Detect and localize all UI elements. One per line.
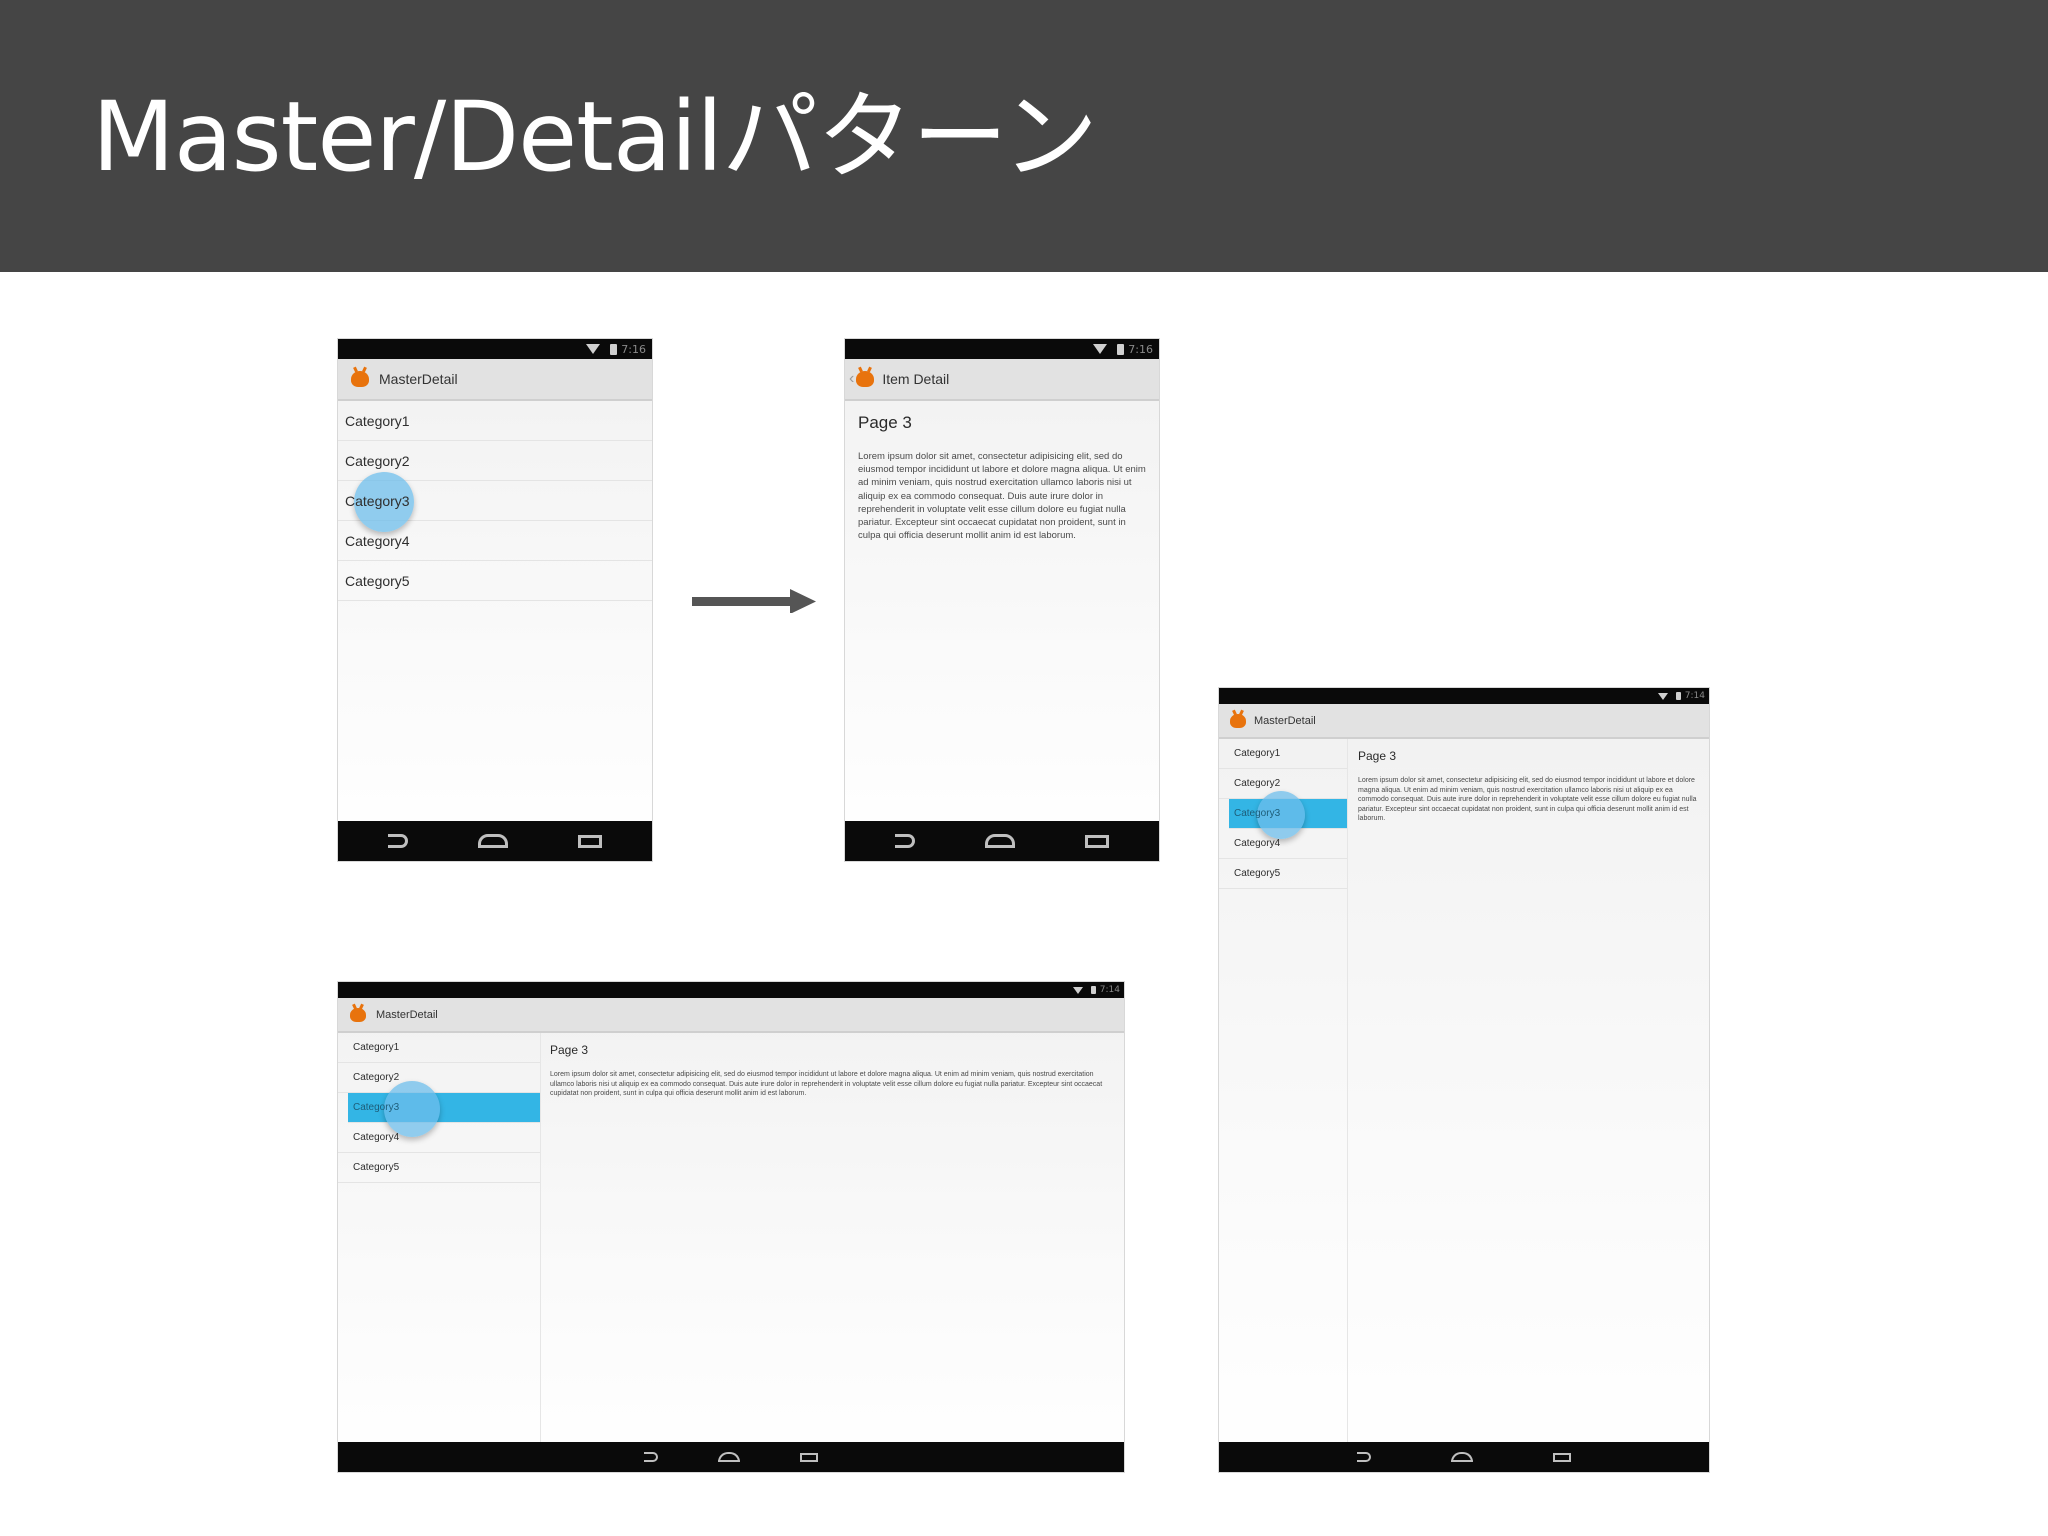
list-item[interactable]: Category2 bbox=[338, 1063, 540, 1093]
status-time: 7:16 bbox=[1128, 342, 1153, 356]
phone-detail-screen: 7:16 ‹ Item Detail Page 3 Lorem ipsum do… bbox=[845, 339, 1159, 861]
list-item-label: Category5 bbox=[1234, 868, 1281, 879]
nav-home-icon[interactable] bbox=[478, 834, 508, 848]
detail-body: Lorem ipsum dolor sit amet, consectetur … bbox=[1358, 777, 1697, 822]
battery-icon bbox=[1090, 986, 1096, 994]
action-bar: MasterDetail bbox=[338, 359, 652, 401]
list-item[interactable]: Category4 bbox=[338, 521, 652, 561]
android-icon bbox=[1230, 713, 1246, 728]
list-item-label: Category1 bbox=[1234, 748, 1281, 759]
list-item-label: Category2 bbox=[1234, 778, 1281, 789]
wifi-icon bbox=[1093, 344, 1108, 354]
list-item-label: Category4 bbox=[1234, 838, 1281, 849]
category-list: Category1 Category2 Category3 Category4 … bbox=[338, 1033, 540, 1183]
battery-icon bbox=[1117, 343, 1125, 355]
tablet-landscape-screen: 7:14 MasterDetail Category1 Category2 Ca… bbox=[338, 982, 1124, 1472]
list-item-label: Category2 bbox=[353, 1072, 400, 1083]
list-item-label: Category3 bbox=[353, 1102, 400, 1113]
list-item[interactable]: Category5 bbox=[338, 1153, 540, 1183]
wifi-icon bbox=[1657, 692, 1668, 700]
slide-title: Master/Detailパターン bbox=[92, 81, 1098, 193]
battery-icon bbox=[1675, 692, 1681, 700]
list-item-label: Category3 bbox=[345, 492, 410, 509]
pane-divider bbox=[540, 1033, 541, 1442]
nav-home-icon[interactable] bbox=[718, 1452, 740, 1462]
wifi-icon bbox=[586, 344, 601, 354]
battery-icon bbox=[610, 343, 618, 355]
nav-bar bbox=[1219, 1442, 1709, 1472]
list-item[interactable]: Category5 bbox=[338, 561, 652, 601]
nav-back-icon[interactable] bbox=[895, 834, 915, 848]
app-title: MasterDetail bbox=[1254, 714, 1316, 727]
status-time: 7:14 bbox=[1684, 691, 1705, 701]
list-item[interactable]: Category3 bbox=[1229, 791, 1347, 839]
nav-back-icon[interactable] bbox=[644, 1452, 658, 1462]
status-bar: 7:16 bbox=[845, 339, 1159, 359]
list-item-label: Category1 bbox=[345, 412, 410, 429]
list-item[interactable]: Category3 bbox=[348, 1081, 540, 1137]
phone-master-screen: 7:16 MasterDetail Category1 Category2 Ca… bbox=[338, 339, 652, 861]
detail-body: Lorem ipsum dolor sit amet, consectetur … bbox=[550, 1071, 1103, 1097]
nav-bar bbox=[338, 1442, 1124, 1472]
nav-bar bbox=[338, 821, 652, 861]
nav-recent-icon[interactable] bbox=[1553, 1452, 1571, 1462]
status-time: 7:16 bbox=[621, 342, 646, 356]
action-bar[interactable]: ‹ Item Detail bbox=[845, 359, 1159, 401]
app-title: Item Detail bbox=[882, 371, 950, 387]
list-item-label: Category5 bbox=[345, 572, 410, 589]
nav-home-icon[interactable] bbox=[985, 834, 1015, 848]
list-item[interactable]: Category5 bbox=[1219, 859, 1347, 889]
wifi-icon bbox=[1072, 986, 1083, 994]
nav-recent-icon[interactable] bbox=[1085, 834, 1109, 848]
list-item-label: Category4 bbox=[345, 532, 410, 549]
list-item[interactable]: Category4 bbox=[1219, 829, 1347, 859]
android-icon bbox=[351, 371, 369, 387]
slide-header: Master/Detailパターン bbox=[0, 0, 2048, 272]
tablet-portrait-screen: 7:14 MasterDetail Category1 Category2 Ca… bbox=[1219, 688, 1709, 1472]
nav-back-icon[interactable] bbox=[388, 834, 408, 848]
status-bar: 7:16 bbox=[338, 339, 652, 359]
android-icon bbox=[350, 1007, 366, 1022]
category-list: Category1 Category2 Category3 Category4 … bbox=[338, 401, 652, 601]
list-item[interactable]: Category1 bbox=[338, 1033, 540, 1063]
list-item[interactable]: Category3 bbox=[338, 472, 652, 532]
status-bar: 7:14 bbox=[338, 982, 1124, 998]
action-bar: MasterDetail bbox=[1219, 704, 1709, 739]
list-item[interactable]: Category1 bbox=[338, 401, 652, 441]
detail-title: Page 3 bbox=[1358, 749, 1397, 763]
pane-divider bbox=[1347, 739, 1348, 1442]
android-icon bbox=[856, 371, 875, 387]
list-item-label: Category4 bbox=[353, 1132, 400, 1143]
status-time: 7:14 bbox=[1099, 985, 1120, 995]
arrow-right-icon bbox=[692, 589, 816, 613]
detail-title: Page 3 bbox=[550, 1043, 589, 1057]
detail-body: Lorem ipsum dolor sit amet, consectetur … bbox=[858, 451, 1146, 542]
nav-recent-icon[interactable] bbox=[800, 1452, 818, 1462]
app-title: MasterDetail bbox=[379, 371, 458, 387]
list-item[interactable]: Category1 bbox=[1219, 739, 1347, 769]
nav-back-icon[interactable] bbox=[1357, 1452, 1371, 1462]
list-item[interactable]: Category4 bbox=[338, 1123, 540, 1153]
nav-home-icon[interactable] bbox=[1451, 1452, 1473, 1462]
category-list: Category1 Category2 Category3 Category4 … bbox=[1219, 739, 1347, 889]
app-title: MasterDetail bbox=[376, 1008, 438, 1021]
nav-bar bbox=[845, 821, 1159, 861]
action-bar: MasterDetail bbox=[338, 998, 1124, 1033]
list-item-label: Category1 bbox=[353, 1042, 400, 1053]
nav-recent-icon[interactable] bbox=[578, 834, 602, 848]
list-item-label: Category5 bbox=[353, 1162, 400, 1173]
detail-title: Page 3 bbox=[858, 413, 912, 432]
list-item-label: Category2 bbox=[345, 452, 410, 469]
list-item-label: Category3 bbox=[1234, 808, 1281, 819]
status-bar: 7:14 bbox=[1219, 688, 1709, 704]
back-caret-icon[interactable]: ‹ bbox=[849, 370, 854, 388]
